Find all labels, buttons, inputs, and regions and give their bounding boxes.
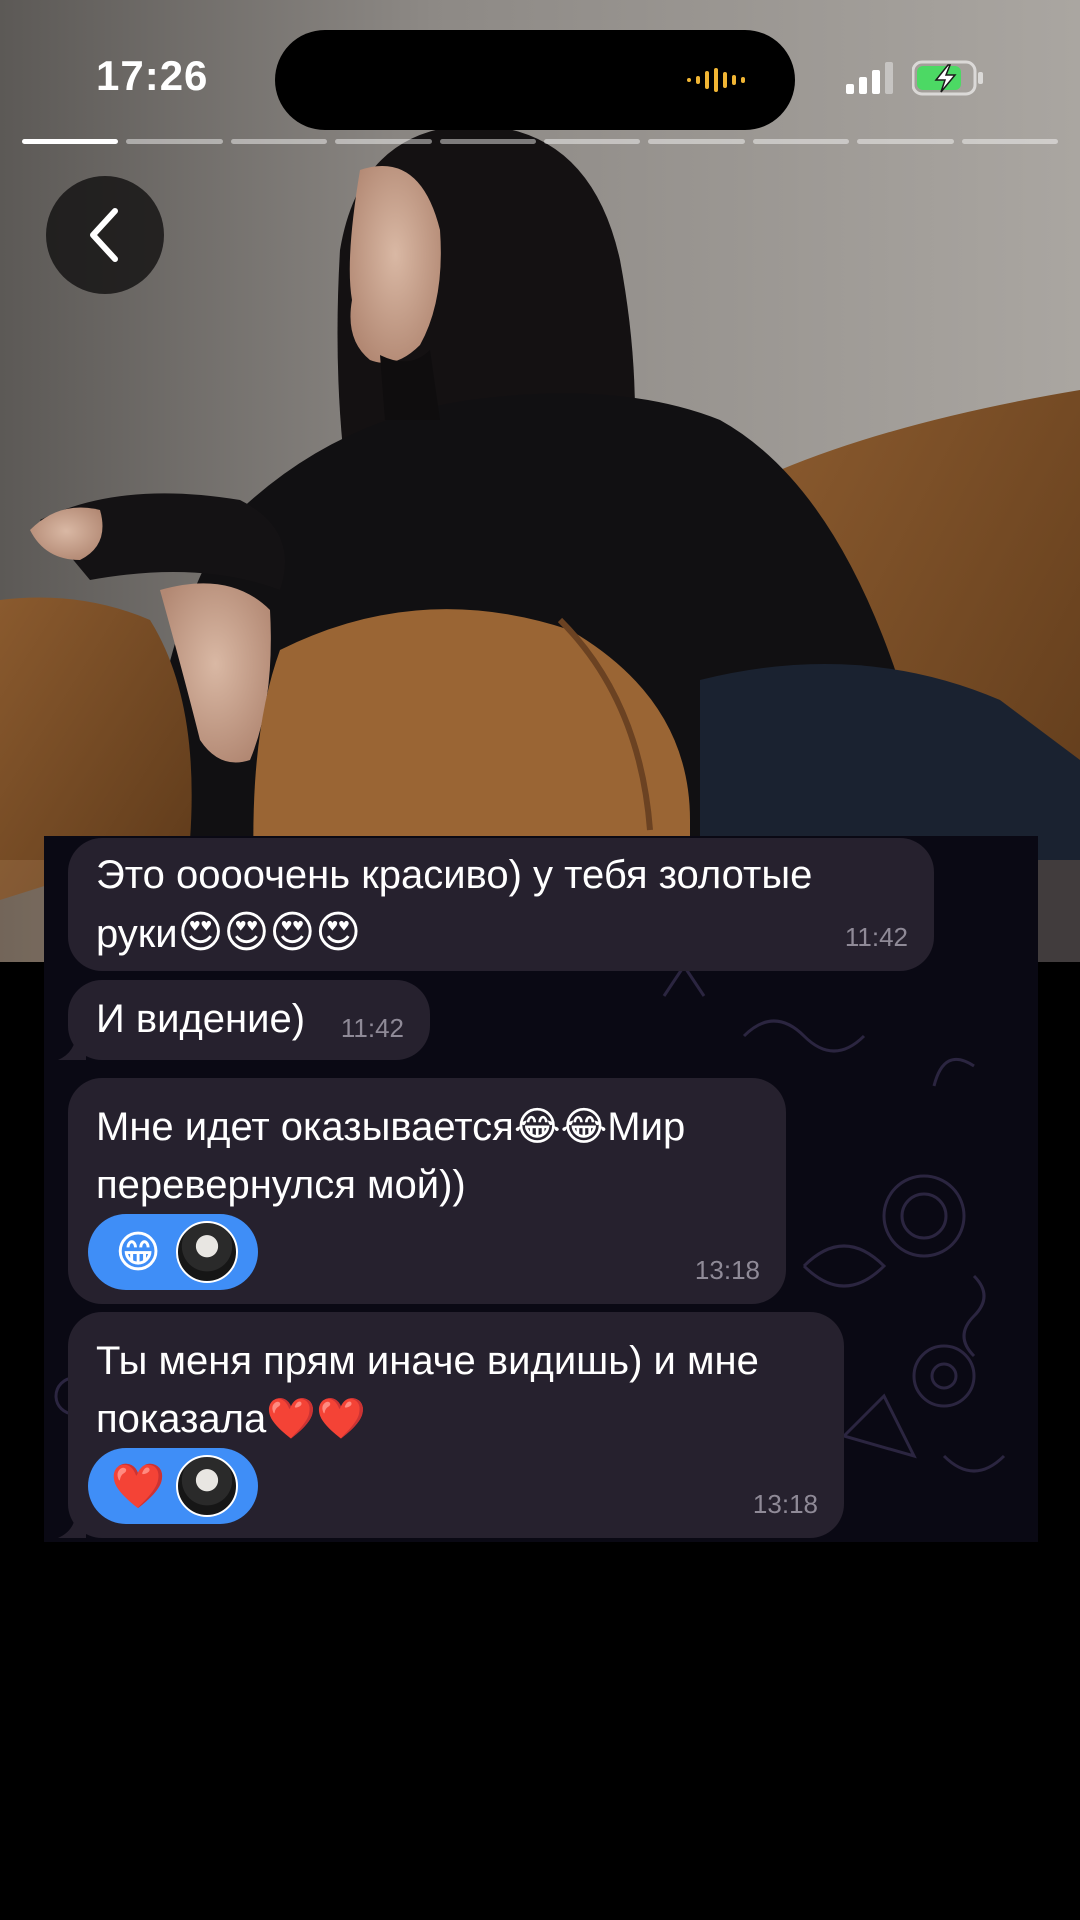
reaction-chip[interactable]: ❤️ — [88, 1448, 258, 1524]
reaction-chip[interactable]: 😁 — [88, 1214, 258, 1290]
status-time: 17:26 — [96, 52, 209, 99]
progress-segment — [961, 139, 1059, 144]
message-bubble[interactable]: Это oooочень красиво) у тебя золотые рук… — [68, 838, 934, 971]
emoji-hearts-eyes-icon: 😍😍😍😍 — [177, 908, 362, 957]
message-text-line: Ты меня прям иначе видишь) и мне — [96, 1339, 759, 1383]
back-button[interactable] — [46, 176, 164, 294]
progress-segment — [439, 139, 537, 144]
cellular-signal-icon — [846, 62, 893, 94]
progress-segment — [335, 139, 432, 144]
progress-segment — [544, 139, 641, 144]
bubble-tail — [58, 1032, 86, 1060]
message-text-line: Мир — [607, 1105, 686, 1149]
reactor-avatar — [176, 1221, 238, 1283]
message-time: 13:18 — [752, 1489, 818, 1519]
progress-segment — [126, 139, 223, 144]
audio-wave-icon — [687, 68, 745, 92]
message-text-line: руки — [96, 912, 178, 956]
red-heart-emoji-icon: ❤️❤️ — [266, 1397, 366, 1441]
message-bubble[interactable]: И видение) 11:42 — [68, 980, 430, 1060]
story-progress — [22, 139, 1059, 145]
message-bubble[interactable]: Мне идет оказывается😂😂Мир перевернулся м… — [68, 1078, 786, 1304]
progress-segment — [857, 139, 954, 144]
message-text: Ты меня прям иначе видишь) и мне показал… — [96, 1332, 816, 1448]
emoji-tears-of-joy-icon: 😂😂 — [513, 1105, 608, 1149]
message-bubble[interactable]: Ты меня прям иначе видишь) и мне показал… — [68, 1312, 844, 1538]
progress-segment — [752, 139, 850, 144]
bubble-tail — [58, 1510, 86, 1538]
battery-charging-icon — [912, 60, 983, 96]
reactor-avatar — [176, 1455, 238, 1517]
message-time: 11:42 — [844, 922, 908, 952]
dynamic-island — [275, 30, 795, 130]
red-heart-emoji-icon: ❤️ — [110, 1462, 166, 1511]
message-text-line: Это oooочень красиво) у тебя золотые — [96, 853, 813, 897]
message-text: Это oooочень красиво) у тебя золотые рук… — [96, 846, 906, 963]
progress-segment — [648, 139, 745, 144]
grinning-emoji-icon: 😁 — [115, 1227, 161, 1277]
message-text-line: показала — [96, 1397, 267, 1441]
progress-segment — [22, 139, 119, 144]
message-text-line: перевернулся мой)) — [96, 1163, 466, 1207]
message-text: Мне идет оказывается😂😂Мир перевернулся м… — [96, 1098, 758, 1214]
message-text-line: Мне идет оказывается — [96, 1105, 514, 1149]
chevron-left-icon — [90, 208, 118, 262]
message-time: 13:18 — [694, 1255, 760, 1285]
progress-segment — [230, 139, 328, 144]
message-time: 11:42 — [340, 1013, 404, 1043]
